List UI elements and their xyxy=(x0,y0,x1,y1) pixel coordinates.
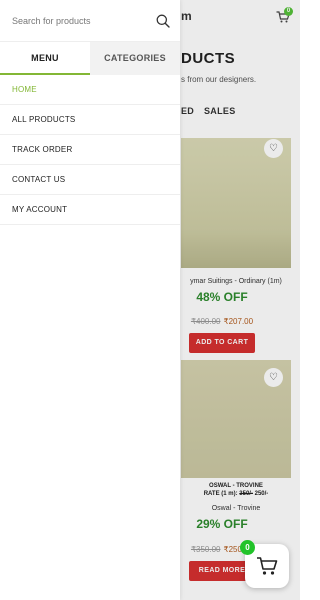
menu-item-track-order[interactable]: TRACK ORDER xyxy=(0,135,180,165)
menu-item-contact-us[interactable]: CONTACT US xyxy=(0,165,180,195)
mobile-nav-drawer: MENU CATEGORIES HOME ALL PRODUCTS TRACK … xyxy=(0,0,180,600)
menu-item-my-account[interactable]: MY ACCOUNT xyxy=(0,195,180,225)
search-bar xyxy=(0,0,180,42)
cart-icon xyxy=(257,557,278,575)
menu-item-home[interactable]: HOME xyxy=(0,75,180,105)
tab-menu[interactable]: MENU xyxy=(0,42,90,75)
search-icon[interactable] xyxy=(156,14,170,28)
tab-categories[interactable]: CATEGORIES xyxy=(90,42,180,75)
menu-item-all-products[interactable]: ALL PRODUCTS xyxy=(0,105,180,135)
search-input[interactable] xyxy=(12,12,152,30)
floating-cart-count: 0 xyxy=(240,540,255,555)
menu-list: HOME ALL PRODUCTS TRACK ORDER CONTACT US… xyxy=(0,75,180,225)
drawer-tabs: MENU CATEGORIES xyxy=(0,42,180,75)
